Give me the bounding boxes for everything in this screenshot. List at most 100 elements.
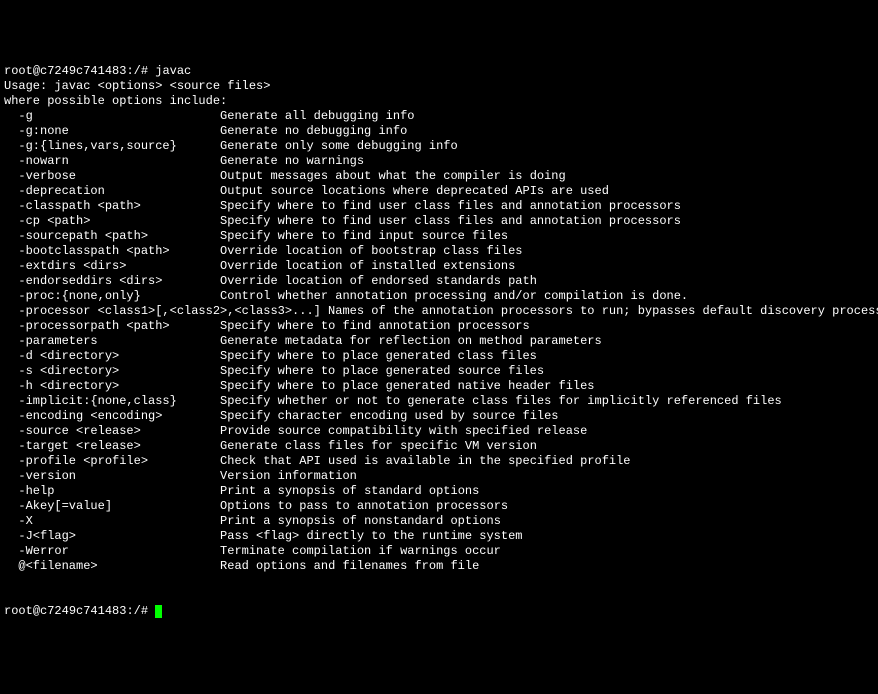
option-desc: Specify where to find input source files xyxy=(148,229,508,243)
prompt-user: root xyxy=(4,64,33,78)
option-row: -g Generate all debugging info xyxy=(4,109,874,124)
option-flag: -deprecation xyxy=(4,184,105,199)
option-flag: -proc:{none,only} xyxy=(4,289,141,304)
option-flag: -Werror xyxy=(4,544,69,559)
option-row: -cp <path> Specify where to find user cl… xyxy=(4,214,874,229)
option-flag: -processorpath <path> xyxy=(4,319,170,334)
option-flag: -nowarn xyxy=(4,154,69,169)
option-flag: -g:{lines,vars,source} xyxy=(4,139,177,154)
option-desc: Provide source compatibility with specif… xyxy=(141,424,587,438)
option-desc: Override location of installed extension… xyxy=(126,259,515,273)
prompt-line-1: root@c7249c741483:/# javac xyxy=(4,64,191,78)
command-entered: javac xyxy=(155,64,191,78)
option-desc: Names of the annotation processors to ru… xyxy=(321,304,878,318)
prompt-suffix: # xyxy=(141,64,148,78)
option-row: -g:none Generate no debugging info xyxy=(4,124,874,139)
option-row: -source <release> Provide source compati… xyxy=(4,424,874,439)
option-row: -nowarn Generate no warnings xyxy=(4,154,874,169)
option-desc: Specify where to find user class files a… xyxy=(141,199,681,213)
option-flag: -encoding <encoding> xyxy=(4,409,162,424)
option-row: -encoding <encoding> Specify character e… xyxy=(4,409,874,424)
option-desc: Print a synopsis of standard options xyxy=(54,484,479,498)
option-flag: -endorseddirs <dirs> xyxy=(4,274,162,289)
option-desc: Override location of bootstrap class fil… xyxy=(170,244,523,258)
option-desc: Output messages about what the compiler … xyxy=(76,169,566,183)
option-flag: -g:none xyxy=(4,124,69,139)
option-flag: -g xyxy=(4,109,33,124)
option-flag: -implicit:{none,class} xyxy=(4,394,177,409)
option-row: -X Print a synopsis of nonstandard optio… xyxy=(4,514,874,529)
prompt-suffix: # xyxy=(141,604,148,618)
option-desc: Specify where to place generated class f… xyxy=(119,349,537,363)
option-flag: -verbose xyxy=(4,169,76,184)
option-row: -version Version information xyxy=(4,469,874,484)
option-row: -d <directory> Specify where to place ge… xyxy=(4,349,874,364)
option-row: @<filename> Read options and filenames f… xyxy=(4,559,874,574)
options-list: -g Generate all debugging info -g:none G… xyxy=(4,109,874,574)
option-flag: -parameters xyxy=(4,334,98,349)
option-desc: Generate no debugging info xyxy=(69,124,407,138)
option-desc: Output source locations where deprecated… xyxy=(105,184,609,198)
prompt-host: c7249c741483 xyxy=(40,64,126,78)
option-flag: -source <release> xyxy=(4,424,141,439)
option-row: -proc:{none,only} Control whether annota… xyxy=(4,289,874,304)
option-flag: -profile <profile> xyxy=(4,454,148,469)
cursor-block xyxy=(155,605,162,618)
option-row: -Akey[=value] Options to pass to annotat… xyxy=(4,499,874,514)
option-row: -parameters Generate metadata for reflec… xyxy=(4,334,874,349)
option-flag: -target <release> xyxy=(4,439,141,454)
option-row: -implicit:{none,class} Specify whether o… xyxy=(4,394,874,409)
prompt-path: / xyxy=(134,64,141,78)
option-flag: -bootclasspath <path> xyxy=(4,244,170,259)
option-flag: -J<flag> xyxy=(4,529,76,544)
option-desc: Specify where to find annotation process… xyxy=(170,319,530,333)
prompt-line-2: root@c7249c741483:/# xyxy=(4,604,155,618)
option-flag: -help xyxy=(4,484,54,499)
option-row: -sourcepath <path> Specify where to find… xyxy=(4,229,874,244)
option-flag: -processor <class1>[,<class2>,<class3>..… xyxy=(4,304,321,319)
option-desc: Specify whether or not to generate class… xyxy=(177,394,782,408)
option-desc: Terminate compilation if warnings occur xyxy=(69,544,501,558)
option-desc: Generate class files for specific VM ver… xyxy=(141,439,537,453)
option-row: -verbose Output messages about what the … xyxy=(4,169,874,184)
option-row: -profile <profile> Check that API used i… xyxy=(4,454,874,469)
option-flag: -sourcepath <path> xyxy=(4,229,148,244)
option-row: -help Print a synopsis of standard optio… xyxy=(4,484,874,499)
option-row: -g:{lines,vars,source} Generate only som… xyxy=(4,139,874,154)
option-desc: Generate no warnings xyxy=(69,154,364,168)
usage-line: Usage: javac <options> <source files> xyxy=(4,79,270,93)
option-desc: Read options and filenames from file xyxy=(98,559,480,573)
option-row: -deprecation Output source locations whe… xyxy=(4,184,874,199)
prompt-path: / xyxy=(134,604,141,618)
option-flag: -Akey[=value] xyxy=(4,499,112,514)
option-row: -h <directory> Specify where to place ge… xyxy=(4,379,874,394)
where-line: where possible options include: xyxy=(4,94,227,108)
option-row: -endorseddirs <dirs> Override location o… xyxy=(4,274,874,289)
option-flag: -h <directory> xyxy=(4,379,119,394)
option-row: -Werror Terminate compilation if warning… xyxy=(4,544,874,559)
option-flag: -version xyxy=(4,469,76,484)
option-desc: Control whether annotation processing an… xyxy=(141,289,688,303)
option-desc: Specify where to place generated native … xyxy=(119,379,594,393)
option-desc: Specify where to find user class files a… xyxy=(90,214,681,228)
option-desc: Version information xyxy=(76,469,357,483)
option-flag: -cp <path> xyxy=(4,214,90,229)
prompt-user: root xyxy=(4,604,33,618)
terminal-output[interactable]: root@c7249c741483:/# javac Usage: javac … xyxy=(4,64,874,619)
option-flag: -classpath <path> xyxy=(4,199,141,214)
option-row: -extdirs <dirs> Override location of ins… xyxy=(4,259,874,274)
option-flag: -extdirs <dirs> xyxy=(4,259,126,274)
prompt-host: c7249c741483 xyxy=(40,604,126,618)
option-flag: -X xyxy=(4,514,33,529)
option-desc: Override location of endorsed standards … xyxy=(162,274,536,288)
option-desc: Specify character encoding used by sourc… xyxy=(162,409,558,423)
option-desc: Pass <flag> directly to the runtime syst… xyxy=(76,529,522,543)
option-flag: @<filename> xyxy=(4,559,98,574)
option-desc: Generate only some debugging info xyxy=(177,139,458,153)
option-row: -processor <class1>[,<class2>,<class3>..… xyxy=(4,304,874,319)
option-desc: Generate metadata for reflection on meth… xyxy=(98,334,602,348)
option-flag: -s <directory> xyxy=(4,364,119,379)
option-flag: -d <directory> xyxy=(4,349,119,364)
option-desc: Check that API used is available in the … xyxy=(148,454,630,468)
option-row: -J<flag> Pass <flag> directly to the run… xyxy=(4,529,874,544)
